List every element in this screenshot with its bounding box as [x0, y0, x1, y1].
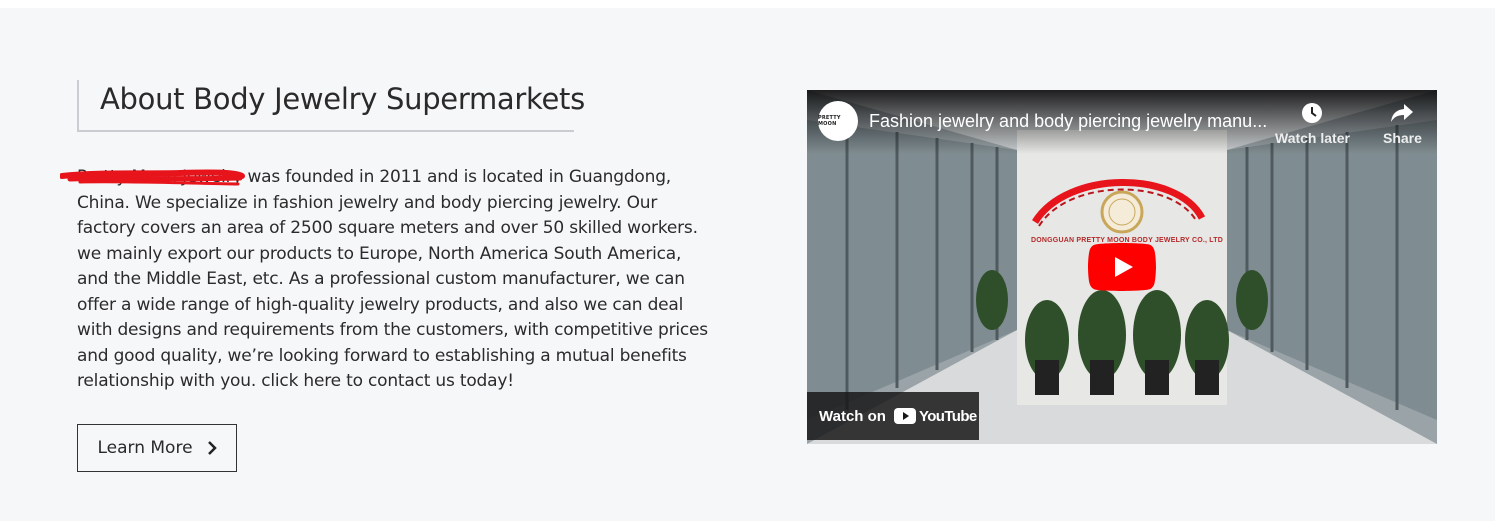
learn-more-label: Learn More	[97, 438, 193, 458]
watch-on-youtube-button[interactable]: Watch on YouTube	[807, 392, 979, 440]
youtube-logo-icon: YouTube	[893, 407, 977, 425]
share-button[interactable]: Share	[1383, 102, 1422, 146]
about-paragraph: Pretty Moon Jewelry was founded in 2011 …	[77, 167, 708, 391]
about-title-frame: About Body Jewelry Supermarkets	[77, 80, 585, 132]
about-title: About Body Jewelry Supermarkets	[100, 82, 585, 116]
chevron-right-icon	[207, 441, 217, 455]
youtube-wordmark: YouTube	[918, 407, 977, 425]
watch-later-button[interactable]: Watch later	[1275, 102, 1350, 146]
share-label: Share	[1383, 130, 1422, 146]
channel-avatar-text: PRETTY MOON	[818, 115, 841, 127]
watch-later-label: Watch later	[1275, 130, 1350, 146]
share-arrow-icon	[1391, 104, 1414, 122]
youtube-embed[interactable]: DONGGUAN PRETTY MOON BODY JEWELRY CO., L…	[807, 90, 1437, 444]
video-title[interactable]: Fashion jewelry and body piercing jewelr…	[869, 111, 1269, 132]
learn-more-button[interactable]: Learn More	[77, 424, 237, 472]
channel-avatar[interactable]: PRETTY MOON	[818, 101, 858, 141]
clock-icon	[1302, 103, 1323, 123]
play-icon[interactable]	[1088, 243, 1156, 291]
watch-on-label: Watch on	[819, 407, 886, 425]
